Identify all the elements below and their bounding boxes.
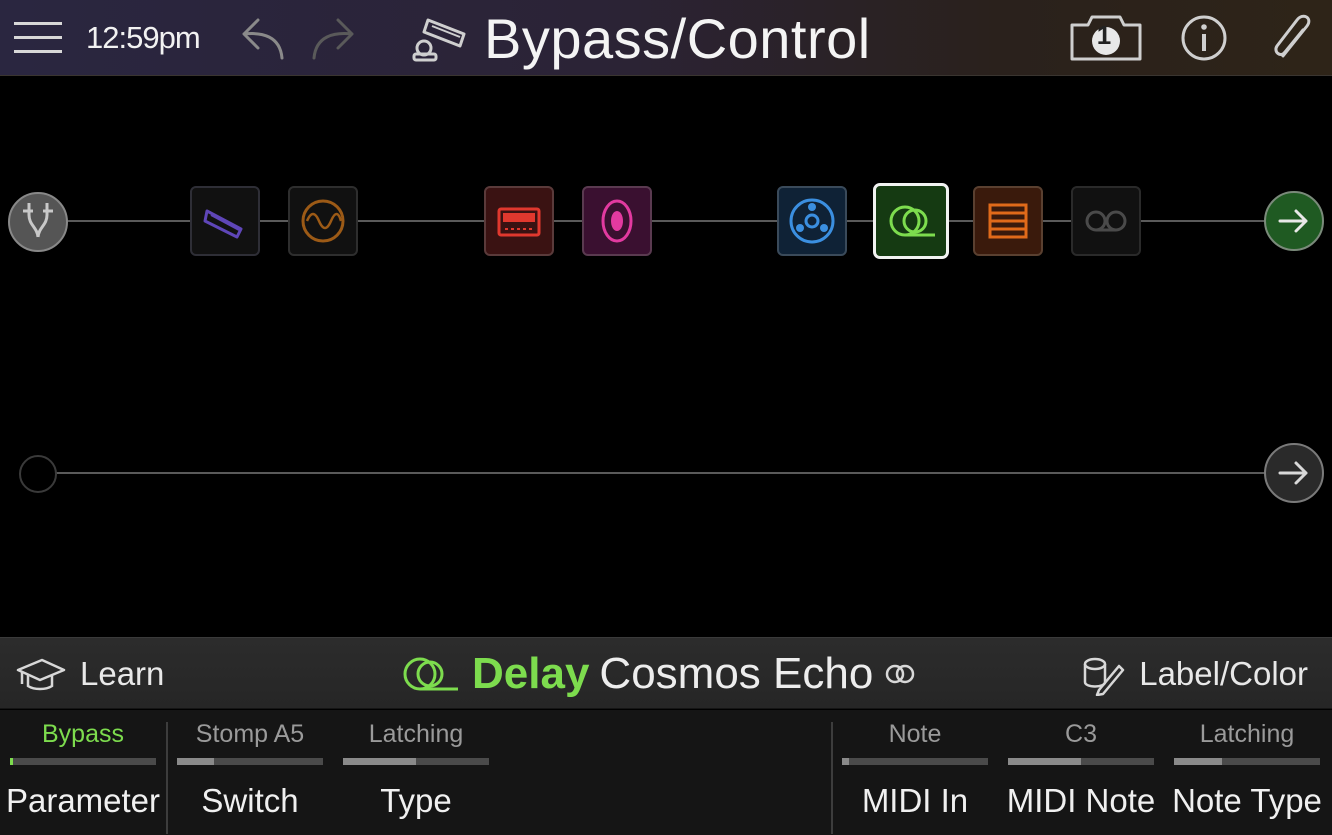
looper-icon [1085, 210, 1127, 232]
param-name: Type [380, 782, 452, 819]
label-color-label: Label/Color [1139, 655, 1308, 692]
param-value: Stomp A5 [195, 720, 305, 748]
modulation-icon [301, 199, 345, 243]
param-value: Bypass [42, 720, 124, 748]
param-slider-fill [177, 758, 214, 765]
label-color-button[interactable]: Label/Color [1077, 638, 1308, 710]
param-name: MIDI Note [1006, 782, 1156, 819]
top-bar: 12:59pm Bypass/Control 1 [0, 0, 1332, 76]
redo-button[interactable] [306, 0, 360, 76]
info-icon [1181, 15, 1227, 61]
param-slider-fill [10, 758, 13, 765]
eq-block[interactable] [973, 186, 1043, 256]
reverb-block[interactable] [777, 186, 847, 256]
param-slider-fill [842, 758, 849, 765]
cab-block[interactable] [582, 186, 652, 256]
learn-label: Learn [80, 655, 165, 692]
hamburger-menu-icon [14, 22, 62, 53]
param-note-type[interactable]: Latching Note Type [1164, 710, 1330, 835]
param-name: Switch [201, 782, 299, 819]
menu-button[interactable] [10, 0, 66, 76]
footswitch-pedal-icon [408, 0, 474, 76]
wah-pedal-icon [203, 209, 243, 239]
param-slider[interactable] [842, 758, 988, 765]
output-arrow-icon [1278, 461, 1308, 485]
info-button[interactable] [1176, 0, 1232, 76]
delay-icon [889, 205, 935, 237]
reverb-reel-icon [789, 198, 835, 244]
input-block-2[interactable] [19, 455, 57, 493]
param-midi-in[interactable]: Note MIDI In [832, 710, 998, 835]
param-value: Latching [1199, 720, 1295, 748]
param-slider-fill [1174, 758, 1222, 765]
param-name: Parameter [5, 782, 161, 819]
undo-arrow-icon [242, 18, 284, 60]
param-value: Note [888, 720, 942, 748]
paperclip-icon [1274, 14, 1311, 58]
parameter-row: Bypass Parameter Stomp A5 Switch Latchin… [0, 710, 1332, 835]
param-switch[interactable]: Stomp A5 Switch [167, 710, 333, 835]
input-icon [23, 203, 53, 238]
learn-button[interactable]: Learn [14, 638, 164, 710]
redo-arrow-icon [312, 18, 354, 60]
block-category: Delay [472, 649, 590, 698]
undo-button[interactable] [236, 0, 290, 76]
param-midi-note[interactable]: C3 MIDI Note [998, 710, 1164, 835]
block-model-name[interactable]: Cosmos Echo [599, 649, 873, 699]
input-block[interactable] [8, 192, 68, 252]
page-title: Bypass/Control [484, 6, 871, 70]
wah-block[interactable] [190, 186, 260, 256]
amp-block[interactable] [484, 186, 554, 256]
param-type[interactable]: Latching Type [333, 710, 499, 835]
stereo-link-icon [886, 664, 915, 684]
modulation-block[interactable] [288, 186, 358, 256]
param-slider[interactable] [177, 758, 323, 765]
param-slider[interactable] [10, 758, 156, 765]
output-block-2[interactable] [1264, 443, 1324, 503]
param-slider[interactable] [1174, 758, 1320, 765]
param-slider-fill [343, 758, 416, 765]
param-value: Latching [368, 720, 464, 748]
amp-icon [497, 207, 541, 237]
param-parameter[interactable]: Bypass Parameter [0, 710, 166, 835]
looper-block[interactable] [1071, 186, 1141, 256]
path-line-2 [38, 472, 1294, 474]
param-name: Note Type [1172, 782, 1322, 819]
delay-block-selected[interactable] [873, 183, 949, 259]
cabinet-speaker-icon [601, 199, 633, 243]
signal-path-grid [0, 77, 1332, 637]
eq-icon [988, 203, 1028, 239]
output-block-1[interactable] [1264, 191, 1324, 251]
delay-icon [403, 657, 458, 691]
block-info-bar: Learn Delay Cosmos Echo Label/Color [0, 637, 1332, 709]
param-value: C3 [1065, 720, 1097, 748]
param-slider[interactable] [1008, 758, 1154, 765]
snapshot-number: 1 [1096, 20, 1112, 50]
param-slider[interactable] [343, 758, 489, 765]
param-name: MIDI In [861, 782, 969, 819]
output-arrow-icon [1278, 209, 1308, 233]
paperclip-button[interactable] [1264, 0, 1324, 76]
param-slider-fill [1008, 758, 1081, 765]
snapshot-button[interactable]: 1 [1064, 0, 1148, 76]
block-title: Delay Cosmos Echo [400, 638, 917, 710]
mortarboard-icon [16, 658, 66, 691]
clock: 12:59pm [86, 20, 201, 55]
pencil-tag-icon [1083, 657, 1125, 696]
